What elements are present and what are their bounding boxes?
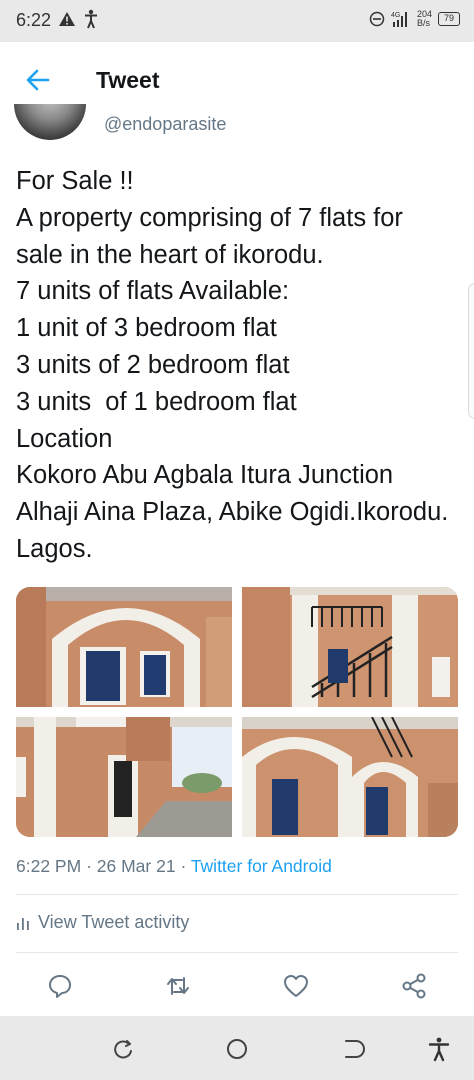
view-activity-label: View Tweet activity bbox=[38, 912, 190, 932]
status-time: 6:22 bbox=[16, 10, 52, 30]
speed-unit: B/s bbox=[416, 18, 430, 28]
photo-1[interactable] bbox=[16, 587, 232, 707]
divider bbox=[16, 894, 458, 895]
back-icon[interactable] bbox=[340, 1036, 366, 1062]
tweet-source-link[interactable]: Twitter for Android bbox=[191, 856, 332, 876]
photo-2[interactable] bbox=[242, 587, 458, 707]
signal-icon: 4G bbox=[391, 12, 407, 27]
home-icon[interactable] bbox=[224, 1036, 250, 1062]
dnd-icon bbox=[369, 11, 385, 27]
user-handle[interactable]: @endoparasite bbox=[104, 114, 226, 135]
tweet-time: 6:22 PM bbox=[16, 856, 82, 876]
meta-separator: · bbox=[86, 856, 92, 876]
tweet-date: 26 Mar 21 bbox=[96, 856, 176, 876]
back-arrow-icon[interactable] bbox=[24, 66, 52, 94]
tweet-meta: 6:22 PM · 26 Mar 21 · Twitter for Androi… bbox=[16, 856, 332, 877]
photo-3[interactable] bbox=[16, 717, 232, 837]
svg-text:4G: 4G bbox=[391, 12, 400, 19]
photo-grid bbox=[16, 587, 458, 837]
network-speed: 204 B/s bbox=[417, 10, 432, 28]
page-title: Tweet bbox=[96, 67, 160, 93]
system-nav-bar bbox=[0, 1016, 474, 1080]
avatar[interactable] bbox=[14, 104, 86, 140]
tweet-text: For Sale !! A property comprising of 7 f… bbox=[16, 167, 449, 563]
edge-panel-handle[interactable] bbox=[468, 283, 474, 419]
like-icon[interactable] bbox=[282, 972, 310, 1000]
action-bar bbox=[0, 968, 474, 1004]
retweet-icon[interactable] bbox=[164, 972, 192, 1000]
divider bbox=[16, 952, 458, 953]
accessibility-icon[interactable] bbox=[426, 1036, 452, 1062]
recents-icon[interactable] bbox=[110, 1036, 136, 1062]
bar-chart-icon bbox=[17, 917, 29, 930]
status-right: 4G 204 B/s 79 bbox=[369, 10, 460, 28]
share-icon[interactable] bbox=[400, 972, 428, 1000]
battery-indicator: 79 bbox=[438, 12, 460, 26]
reply-icon[interactable] bbox=[46, 972, 74, 1000]
photo-4[interactable] bbox=[242, 717, 458, 837]
warning-icon bbox=[59, 12, 75, 26]
meta-separator: · bbox=[180, 856, 187, 876]
status-bar: 6:22 4G 204 B/s 79 bbox=[0, 0, 474, 42]
accessibility-status-icon bbox=[85, 9, 97, 29]
view-activity-button[interactable]: View Tweet activity bbox=[16, 912, 189, 933]
avatar-image bbox=[14, 104, 86, 140]
